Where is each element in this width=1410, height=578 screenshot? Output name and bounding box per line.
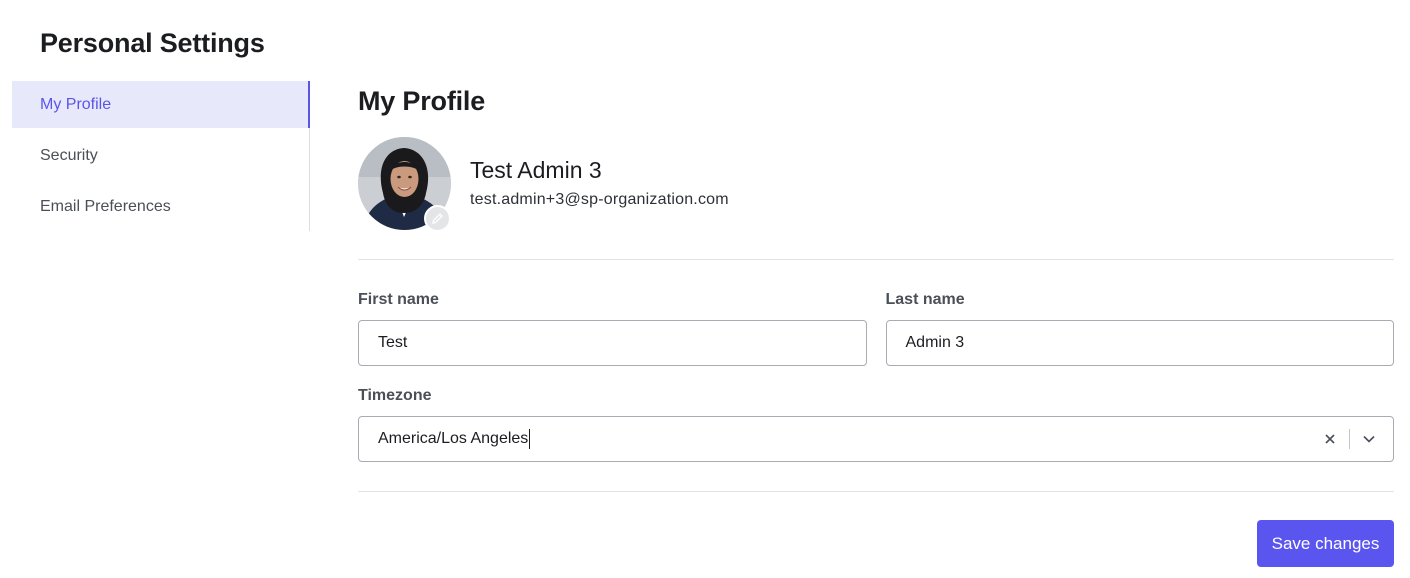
sidebar-item-security[interactable]: Security <box>12 132 309 179</box>
divider <box>358 259 1394 260</box>
sidebar-item-label: Security <box>40 146 98 164</box>
timezone-field-group: Timezone America/Los Angeles <box>358 386 1394 462</box>
divider <box>358 491 1394 492</box>
last-name-label: Last name <box>885 291 965 308</box>
first-name-label: First name <box>358 291 439 308</box>
select-controls <box>1316 417 1383 461</box>
last-name-input[interactable]: Admin 3 <box>885 320 1394 366</box>
select-separator <box>1349 429 1350 449</box>
clear-icon[interactable] <box>1316 425 1344 453</box>
timezone-label: Timezone <box>358 387 432 404</box>
section-title: My Profile <box>358 86 486 116</box>
sidebar-item-label: My Profile <box>40 95 112 113</box>
profile-header: Test Admin 3 test.admin+3@sp-organizatio… <box>358 137 1394 232</box>
profile-name: Test Admin 3 <box>470 157 602 183</box>
last-name-value: Admin 3 <box>905 334 965 351</box>
form-actions: Save changes <box>358 520 1394 567</box>
edit-avatar-button[interactable] <box>424 205 451 232</box>
timezone-select-value: America/Los Angeles <box>378 429 531 449</box>
timezone-value: America/Los Angeles <box>378 430 529 447</box>
first-name-input[interactable]: Test <box>358 320 867 366</box>
settings-sidebar: My Profile Security Email Preferences <box>12 81 310 231</box>
first-name-value: Test <box>378 334 408 351</box>
sidebar-item-my-profile[interactable]: My Profile <box>12 81 310 128</box>
timezone-select[interactable]: America/Los Angeles <box>358 416 1394 462</box>
pencil-icon <box>432 213 443 224</box>
save-changes-button[interactable]: Save changes <box>1257 520 1394 567</box>
text-cursor <box>529 429 531 449</box>
sidebar-item-label: Email Preferences <box>40 197 171 215</box>
first-name-field-group: First name Test <box>358 290 867 366</box>
sidebar-item-email-preferences[interactable]: Email Preferences <box>12 183 309 230</box>
page-title: Personal Settings <box>40 28 265 58</box>
profile-email: test.admin+3@sp-organization.com <box>470 191 729 208</box>
last-name-field-group: Last name Admin 3 <box>885 290 1394 366</box>
profile-panel: My Profile Test Admin 3 test.admin+3@sp-… <box>358 80 1394 567</box>
name-fields-row: First name Test Last name Admin 3 <box>358 290 1394 366</box>
chevron-down-icon[interactable] <box>1355 425 1383 453</box>
personal-settings-page: Personal Settings My Profile Security Em… <box>0 0 1410 578</box>
